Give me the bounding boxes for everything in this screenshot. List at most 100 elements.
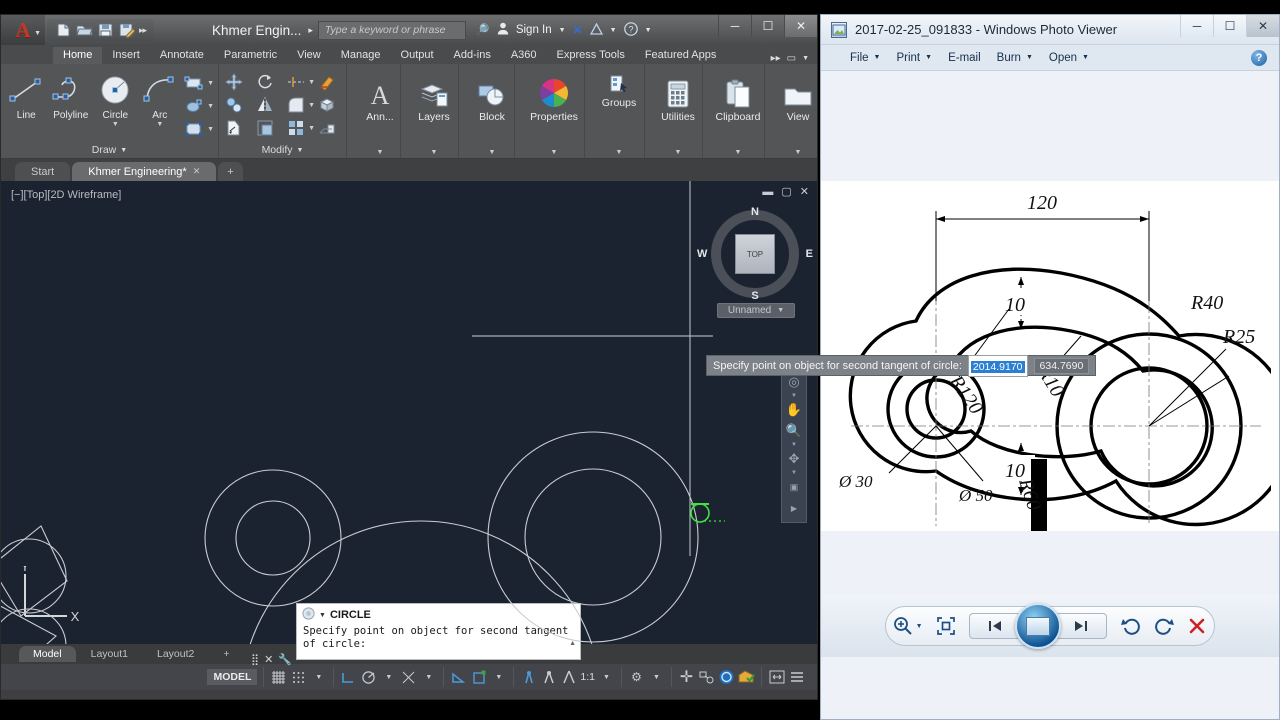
lineweight-icon[interactable] (520, 668, 537, 686)
ribbon-tab-manage[interactable]: Manage (331, 47, 391, 64)
rotate-icon[interactable] (254, 72, 276, 92)
ribbon-tab-featured-apps[interactable]: Featured Apps (635, 47, 727, 64)
clean-screen-icon[interactable] (738, 668, 755, 686)
maximize-button[interactable]: ☐ (1213, 15, 1246, 37)
command-line-grip[interactable]: ⣿ ✕ 🔧 (251, 649, 297, 669)
region-button[interactable]: ▼ (183, 119, 214, 139)
move-icon[interactable] (223, 72, 245, 92)
chevron-down-icon[interactable]: ▼ (431, 149, 438, 156)
ortho-mode-icon[interactable] (340, 668, 357, 686)
hardware-acceleration-icon[interactable] (718, 668, 735, 686)
user-icon[interactable] (497, 22, 509, 38)
workspace-icon[interactable]: ⚙ (628, 668, 645, 686)
properties-button[interactable]: Properties ▼ (519, 67, 589, 158)
save-icon[interactable] (97, 22, 114, 38)
workspace-dropdown-icon[interactable]: ▼ (648, 668, 665, 686)
extrude-icon[interactable] (316, 118, 338, 138)
object-snap-tracking-icon[interactable] (450, 668, 467, 686)
ribbon-panel-properties[interactable]: Properties ▼ (515, 64, 585, 158)
chevron-down-icon[interactable]: ▼ (925, 54, 932, 61)
saveas-icon[interactable] (118, 22, 136, 39)
region-dropdown-icon[interactable]: ▼ (207, 126, 214, 133)
ribbon-minimize-dropdown-icon[interactable]: ▼ (802, 55, 809, 62)
file-tab-khmer-engineering[interactable]: Khmer Engineering* ✕ (72, 162, 217, 181)
delete-icon[interactable] (1187, 616, 1207, 636)
transparency-icon[interactable] (540, 668, 557, 686)
previous-image-button[interactable] (969, 613, 1022, 639)
chevron-down-icon[interactable]: ▼ (34, 30, 41, 37)
ribbon-tab-home[interactable]: Home (53, 47, 103, 64)
maximize-button[interactable]: ☐ (751, 15, 784, 37)
customize-icon[interactable]: 🔧 (278, 653, 292, 666)
drag-handle-icon[interactable]: ⣿ (251, 653, 259, 666)
polyline-button[interactable]: Polyline (50, 71, 93, 121)
autocad-app-menu-button[interactable]: A ▼ (1, 15, 45, 45)
ribbon-minimize-icon[interactable]: ▭ (787, 53, 796, 64)
isolate-objects-icon[interactable] (698, 668, 715, 686)
stretch-icon[interactable] (223, 118, 245, 138)
chevron-down-icon[interactable]: ▼ (1082, 54, 1089, 61)
snap-mode-icon[interactable] (290, 668, 307, 686)
chevron-down-icon[interactable]: ▼ (489, 149, 496, 156)
rectangle-button[interactable]: ▼ (183, 73, 214, 93)
view-button[interactable]: View ▼ (769, 67, 827, 158)
help-icon[interactable]: ? (623, 21, 638, 39)
chevron-down-icon[interactable]: ▼ (377, 149, 384, 156)
next-image-button[interactable] (1055, 613, 1108, 639)
ribbon-tab-insert[interactable]: Insert (102, 47, 150, 64)
draw-panel-title[interactable]: Draw ▼ (5, 142, 214, 158)
help-icon[interactable]: ? (1251, 49, 1267, 66)
hatch-dropdown-icon[interactable]: ▼ (207, 103, 214, 110)
open-icon[interactable] (76, 22, 93, 38)
trim-dropdown-icon[interactable]: ▼ (308, 79, 315, 86)
fillet-dropdown-icon[interactable]: ▼ (308, 102, 315, 109)
line-button[interactable]: Line (5, 71, 48, 121)
array-dropdown-icon[interactable]: ▼ (308, 125, 315, 132)
layout-tab-layout2[interactable]: Layout2 (143, 646, 208, 662)
array-button[interactable]: ▼ (285, 118, 315, 138)
layout-tab-model[interactable]: Model (19, 646, 76, 662)
drawing-canvas[interactable]: [−][Top][2D Wireframe] ▬ ▢ ✕ TOP N S E W… (1, 181, 817, 644)
ribbon-panel-layers[interactable]: Layers ▼ (401, 64, 459, 158)
chevron-down-icon[interactable]: ▼ (297, 147, 304, 154)
coordinate-y-input[interactable]: 634.7690 (1033, 357, 1090, 374)
annotation-scale-label[interactable]: 1:1 (580, 671, 595, 683)
mirror-icon[interactable] (254, 95, 276, 115)
zoom-dropdown-icon[interactable]: ▼ (916, 623, 923, 630)
ribbon-tab-annotate[interactable]: Annotate (150, 47, 214, 64)
ribbon-panel-annotation[interactable]: A Ann... ▼ (347, 64, 401, 158)
ribbon-panel-block[interactable]: Block ▼ (459, 64, 515, 158)
ribbon-panel-utilities[interactable]: Utilities ▼ (645, 64, 703, 158)
rotate-clockwise-icon[interactable] (1154, 616, 1174, 636)
ribbon-overflow-icon[interactable]: ▸▸ (771, 53, 781, 64)
menu-item-open[interactable]: Open ▼ (1042, 50, 1096, 66)
autodesk-icon[interactable] (589, 22, 603, 38)
chevron-down-icon[interactable]: ▼ (1026, 54, 1033, 61)
rotate-counterclockwise-icon[interactable] (1120, 616, 1141, 636)
copy-icon[interactable] (223, 95, 245, 115)
customization-icon[interactable] (788, 668, 805, 686)
zoom-icon[interactable]: ▼ (893, 616, 923, 636)
ribbon-tab-view[interactable]: View (287, 47, 331, 64)
ribbon-panel-clipboard[interactable]: Clipboard ▼ (703, 64, 765, 158)
title-dropdown-icon[interactable]: ▸ (308, 25, 313, 36)
ribbon-tab-addins[interactable]: Add-ins (444, 47, 501, 64)
help-dropdown-icon[interactable]: ▼ (645, 27, 652, 34)
minimize-button[interactable]: ─ (1180, 15, 1213, 37)
quick-access-toolbar[interactable]: ▸▸ (47, 19, 155, 41)
hatch-button[interactable]: ▼ (183, 96, 214, 116)
fullscreen-icon[interactable] (768, 668, 785, 686)
ribbon-tab-express-tools[interactable]: Express Tools (547, 47, 635, 64)
file-tab-start[interactable]: Start (15, 162, 71, 181)
chevron-down-icon[interactable]: ▼ (675, 149, 682, 156)
osnap-dropdown-icon[interactable]: ▼ (490, 668, 507, 686)
fillet-button[interactable]: ▼ (285, 95, 315, 115)
chevron-down-icon[interactable]: ▼ (616, 149, 623, 156)
close-button[interactable]: ✕ (1246, 15, 1279, 37)
isometric-dropdown-icon[interactable]: ▼ (420, 668, 437, 686)
scale-icon[interactable] (254, 118, 276, 138)
search-input[interactable]: Type a keyword or phrase (317, 20, 466, 40)
ribbon-tab-output[interactable]: Output (391, 47, 444, 64)
chevron-down-icon[interactable]: ▼ (874, 54, 881, 61)
layout-tab-layout1[interactable]: Layout1 (77, 646, 142, 662)
